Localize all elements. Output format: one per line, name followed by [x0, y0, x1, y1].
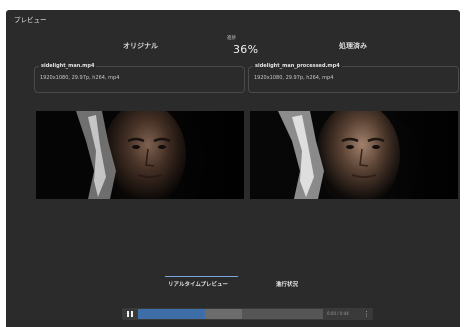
processed-label: 処理済み [339, 42, 367, 50]
tab-progress-status[interactable]: 進行状況 [276, 280, 298, 288]
buffered-range [204, 309, 242, 319]
tab-realtime-preview-label: リアルタイムプレビュー [168, 282, 229, 288]
processed-video[interactable] [250, 111, 458, 199]
preview-window: プレビュー オリジナル 進捗 36% 処理済み sidelight_man.mp… [6, 10, 460, 327]
processed-video-frame [250, 111, 458, 199]
processed-file-box: sidelight_man_processed.mp4 1920x1080, 2… [248, 63, 459, 93]
tab-progress-status-label: 進行状況 [276, 282, 299, 288]
original-video[interactable] [36, 111, 244, 199]
processed-file-info: 1920x1080, 29.97p, h264, mp4 [254, 75, 334, 81]
progress-caption: 進捗 [227, 36, 236, 41]
original-file-box: sidelight_man.mp4 1920x1080, 29.97p, h26… [34, 63, 245, 93]
processed-file-name: sidelight_man_processed.mp4 [253, 63, 342, 69]
progress-value: 36% [233, 43, 259, 56]
played-range [138, 309, 205, 319]
preview-tabs: リアルタイムプレビュー 進行状況 [6, 276, 460, 300]
seek-bar[interactable] [138, 309, 323, 319]
active-tab-indicator [165, 276, 238, 277]
original-file-info: 1920x1080, 29.97p, h264, mp4 [40, 75, 120, 81]
original-file-name: sidelight_man.mp4 [39, 63, 97, 69]
original-label: オリジナル [123, 42, 158, 50]
original-video-frame [36, 111, 244, 199]
window-title: プレビュー [14, 16, 47, 24]
tab-realtime-preview[interactable]: リアルタイムプレビュー [165, 276, 238, 288]
playback-time: 0:00 / 0:44 [327, 311, 349, 316]
more-vertical-icon[interactable]: ⋮ [363, 309, 370, 319]
video-player-controls: 0:00 / 0:44 ⋮ [122, 308, 373, 320]
pause-icon[interactable] [125, 309, 135, 319]
